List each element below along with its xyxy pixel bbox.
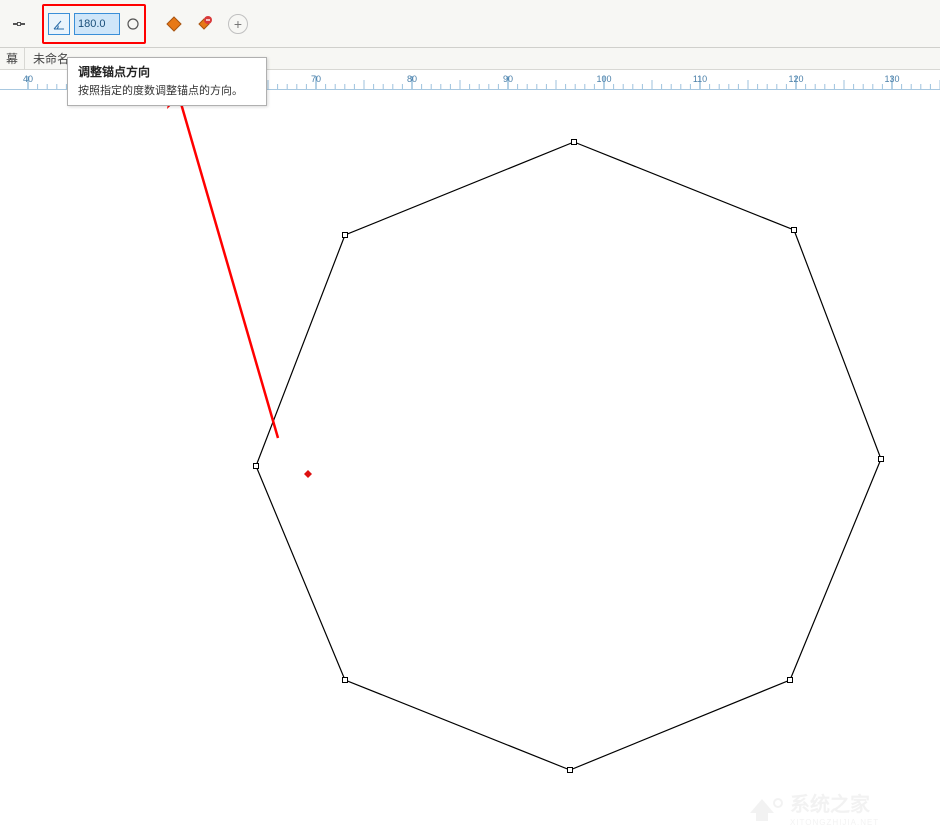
angle-icon[interactable]	[48, 13, 70, 35]
svg-text:40: 40	[23, 74, 33, 84]
angle-control-highlight: 180.0	[42, 4, 146, 44]
node-handle[interactable]	[342, 677, 348, 683]
tooltip: 调整锚点方向 按照指定的度数调整锚点的方向。	[67, 57, 267, 106]
tab-document-label: 未命名	[33, 50, 69, 67]
svg-text:130: 130	[884, 74, 899, 84]
property-toolbar: 180.0 +	[0, 0, 940, 48]
delete-node-button[interactable]	[192, 12, 216, 36]
tab-screen-label: 幕	[6, 50, 18, 67]
anchor-point[interactable]	[304, 467, 310, 473]
angle-input[interactable]: 180.0	[74, 13, 120, 35]
node-handle[interactable]	[571, 139, 577, 145]
break-node-icon[interactable]	[12, 17, 26, 31]
node-handle[interactable]	[342, 232, 348, 238]
tab-screen[interactable]: 幕	[0, 48, 25, 69]
node-handle[interactable]	[878, 456, 884, 462]
svg-text:100: 100	[596, 74, 611, 84]
drawing-canvas[interactable]	[0, 90, 940, 833]
svg-text:120: 120	[788, 74, 803, 84]
node-handle[interactable]	[253, 463, 259, 469]
svg-text:110: 110	[693, 74, 707, 84]
svg-text:90: 90	[503, 74, 513, 84]
node-handle[interactable]	[787, 677, 793, 683]
svg-text:70: 70	[311, 74, 321, 84]
angle-apply-icon[interactable]	[126, 17, 140, 31]
tooltip-body: 按照指定的度数调整锚点的方向。	[78, 82, 256, 98]
node-handle[interactable]	[567, 767, 573, 773]
sharpen-node-button[interactable]	[162, 12, 186, 36]
svg-text:80: 80	[407, 74, 417, 84]
octagon-shape[interactable]	[0, 90, 940, 840]
add-tool-button[interactable]: +	[228, 14, 248, 34]
tooltip-title: 调整锚点方向	[78, 63, 256, 80]
node-handle[interactable]	[791, 227, 797, 233]
